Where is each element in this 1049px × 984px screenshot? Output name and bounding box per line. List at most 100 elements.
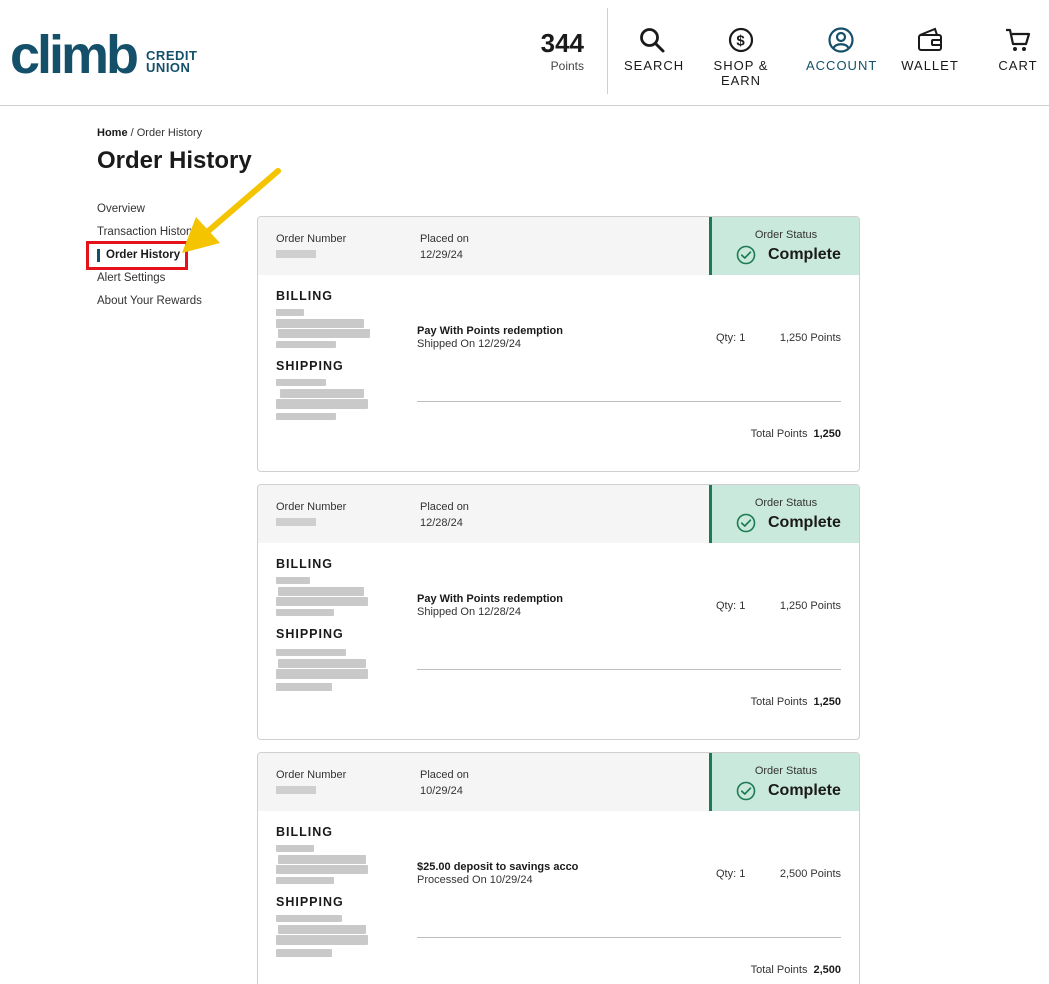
order-item-name: Pay With Points redemption — [417, 593, 563, 605]
check-circle-icon — [736, 781, 756, 801]
logo-subtitle: CREDIT UNION — [146, 49, 197, 75]
order-item-name: $25.00 deposit to savings acco — [417, 861, 579, 873]
order-status-value: Complete — [736, 513, 841, 533]
order-number-label: Order Number — [276, 501, 347, 513]
order-divider — [417, 669, 841, 670]
site-header: climb CREDIT UNION 344 Points SEARCH $ S… — [0, 0, 1049, 106]
order-status-panel: Order Status Complete — [709, 485, 859, 543]
order-total: Total Points 2,500 — [751, 964, 841, 976]
nav-wallet-label: WALLET — [901, 58, 959, 73]
order-total: Total Points 1,250 — [751, 428, 841, 440]
header-divider — [607, 8, 608, 94]
shipping-address-redacted — [276, 647, 370, 699]
search-icon — [640, 28, 665, 53]
billing-title: BILLING — [276, 825, 333, 839]
order-status-label: Order Status — [754, 497, 818, 509]
order-status-value: Complete — [736, 245, 841, 265]
order-status-value: Complete — [736, 781, 841, 801]
order-number-redacted — [276, 250, 316, 258]
breadcrumb-separator: / — [127, 127, 137, 139]
shipping-address-redacted — [276, 913, 370, 965]
order-status-label: Order Status — [754, 765, 818, 777]
order-card: Order Number Placed on 12/28/24 Order St… — [257, 484, 860, 740]
nav-search-label: SEARCH — [624, 58, 685, 73]
breadcrumb-home[interactable]: Home — [97, 127, 128, 139]
order-item-points: 2,500 Points — [779, 868, 841, 880]
order-status-panel: Order Status Complete — [709, 753, 859, 811]
placed-on-date: 12/28/24 — [420, 517, 463, 529]
shipping-title: SHIPPING — [276, 627, 344, 641]
check-circle-icon — [736, 245, 756, 265]
nav-shop-earn[interactable]: $ SHOP & EARN — [712, 26, 770, 88]
order-number-label: Order Number — [276, 233, 347, 245]
breadcrumb-current: Order History — [136, 127, 203, 139]
check-circle-icon — [736, 513, 756, 533]
placed-on-label: Placed on — [420, 769, 469, 781]
logo-wordmark: climb — [10, 25, 139, 85]
order-divider — [417, 937, 841, 938]
billing-title: BILLING — [276, 289, 333, 303]
order-item-points: 1,250 Points — [779, 600, 841, 612]
order-status-text: Complete — [768, 782, 841, 799]
shipping-address-redacted — [276, 377, 370, 429]
placed-on-date: 12/29/24 — [420, 249, 463, 261]
order-item-qty: Qty: 1 — [716, 600, 746, 612]
points-label: Points — [550, 59, 584, 73]
nav-cart-label: CART — [998, 58, 1038, 73]
order-header: Order Number Placed on 10/29/24 Order St… — [258, 753, 859, 811]
order-total-label: Total Points — [750, 428, 808, 440]
order-total: Total Points 1,250 — [751, 696, 841, 708]
order-status-label: Order Status — [754, 229, 818, 241]
billing-address-redacted — [276, 843, 370, 895]
nav-wallet[interactable]: WALLET — [900, 26, 960, 73]
side-nav-about-rewards[interactable]: About Your Rewards — [97, 295, 247, 318]
order-total-value: 2,500 — [813, 964, 841, 976]
billing-title: BILLING — [276, 557, 333, 571]
order-card: Order Number Placed on 10/29/24 Order St… — [257, 752, 860, 984]
side-nav-alert-settings[interactable]: Alert Settings — [97, 272, 247, 295]
cart-icon — [1006, 28, 1031, 51]
logo-subtitle-line2: UNION — [146, 60, 191, 75]
breadcrumb: Home / Order History — [97, 127, 202, 139]
order-status-panel: Order Status Complete — [709, 217, 859, 275]
order-item-points: 1,250 Points — [779, 332, 841, 344]
points-balance[interactable]: 344 Points — [520, 28, 584, 73]
order-item-shipped: Shipped On 12/28/24 — [417, 606, 521, 618]
climb-credit-union-logo[interactable]: climb CREDIT UNION — [10, 25, 197, 85]
order-divider — [417, 401, 841, 402]
order-total-value: 1,250 — [813, 428, 841, 440]
order-item-processed: Processed On 10/29/24 — [417, 874, 533, 886]
placed-on-label: Placed on — [420, 233, 469, 245]
nav-shop-earn-label: SHOP & — [713, 58, 769, 73]
order-item-qty: Qty: 1 — [716, 868, 746, 880]
shipping-title: SHIPPING — [276, 359, 344, 373]
dollar-circle-icon: $ — [728, 27, 754, 53]
order-number-redacted — [276, 786, 316, 794]
order-item-shipped: Shipped On 12/29/24 — [417, 338, 521, 350]
order-item-name: Pay With Points redemption — [417, 325, 563, 337]
svg-text:$: $ — [736, 33, 745, 50]
order-total-label: Total Points — [750, 964, 808, 976]
user-circle-icon — [828, 27, 854, 53]
order-total-value: 1,250 — [813, 696, 841, 708]
wallet-icon — [918, 27, 942, 51]
billing-address-redacted — [276, 575, 370, 627]
nav-search[interactable]: SEARCH — [624, 26, 683, 73]
billing-address-redacted — [276, 307, 370, 359]
order-item-qty: Qty: 1 — [716, 332, 746, 344]
shipping-title: SHIPPING — [276, 895, 344, 909]
order-status-text: Complete — [768, 246, 841, 263]
order-header: Order Number Placed on 12/28/24 Order St… — [258, 485, 859, 543]
order-number-redacted — [276, 518, 316, 526]
placed-on-label: Placed on — [420, 501, 469, 513]
nav-account[interactable]: ACCOUNT — [806, 26, 876, 73]
nav-shop-earn-label2: EARN — [720, 73, 762, 88]
nav-cart[interactable]: CART — [998, 26, 1038, 73]
points-value: 344 — [540, 28, 584, 58]
order-number-label: Order Number — [276, 769, 347, 781]
order-total-label: Total Points — [750, 696, 808, 708]
placed-on-date: 10/29/24 — [420, 785, 463, 797]
order-header: Order Number Placed on 12/29/24 Order St… — [258, 217, 859, 275]
order-card: Order Number Placed on 12/29/24 Order St… — [257, 216, 860, 472]
nav-account-label: ACCOUNT — [806, 58, 878, 73]
